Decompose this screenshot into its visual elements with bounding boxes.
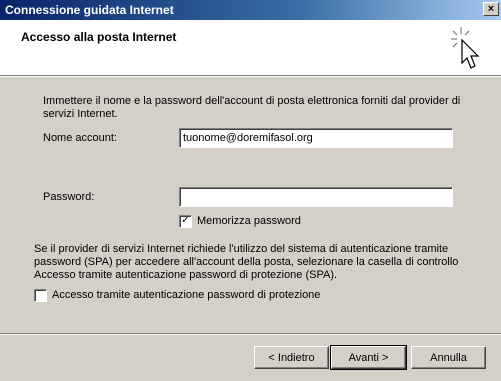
password-input[interactable] — [179, 187, 453, 207]
back-button[interactable]: < Indietro — [254, 346, 329, 369]
footer-divider-highlight — [0, 334, 501, 335]
page-title: Accesso alla posta Internet — [21, 30, 177, 44]
title-bar[interactable]: Connessione guidata Internet × — [0, 0, 501, 20]
remember-password-label: Memorizza password — [197, 215, 301, 227]
window-title: Connessione guidata Internet — [5, 3, 174, 17]
close-button[interactable]: × — [483, 2, 499, 16]
wizard-cursor-icon — [451, 27, 480, 69]
wizard-window: Connessione guidata Internet × Accesso a… — [0, 0, 501, 381]
account-label: Nome account: — [43, 132, 117, 144]
account-input[interactable] — [179, 128, 453, 148]
intro-text: Immettere il nome e la password dell'acc… — [43, 95, 461, 120]
spa-label: Accesso tramite autenticazione password … — [52, 289, 321, 301]
next-button[interactable]: Avanti > — [330, 345, 407, 370]
spa-checkbox[interactable] — [34, 289, 47, 302]
header-divider-highlight — [0, 76, 501, 77]
wizard-header: Accesso alla posta Internet — [0, 20, 501, 75]
spa-info-text: Se il provider di servizi Internet richi… — [34, 243, 459, 281]
cancel-button[interactable]: Annulla — [411, 346, 486, 369]
password-label: Password: — [43, 191, 95, 203]
remember-password-checkbox[interactable]: ✓ — [179, 215, 192, 228]
